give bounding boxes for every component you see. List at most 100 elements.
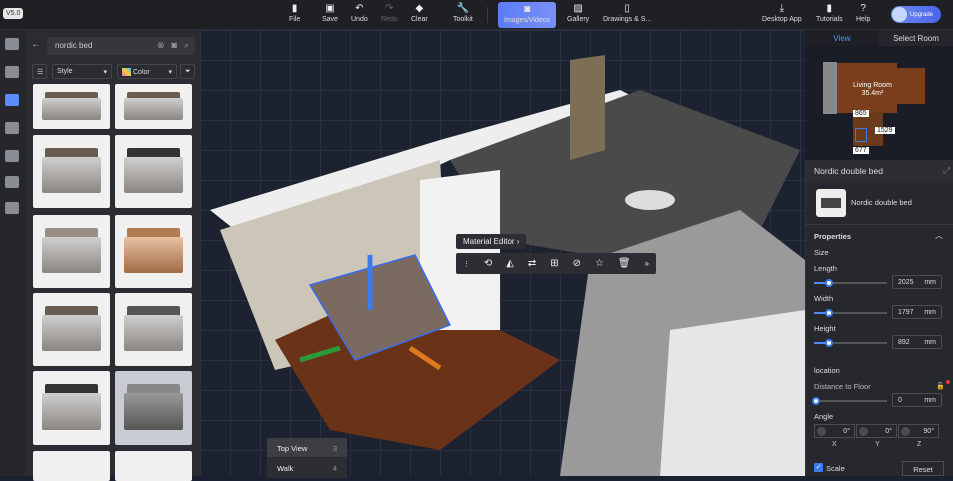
height-label: Height bbox=[814, 324, 836, 333]
expand-icon[interactable]: ⤢ bbox=[943, 165, 950, 176]
product-thumbnail[interactable] bbox=[115, 371, 192, 445]
back-arrow-icon[interactable]: ← bbox=[31, 39, 41, 50]
user-icon[interactable] bbox=[5, 176, 19, 188]
clear-icon[interactable]: ⊗ bbox=[157, 40, 165, 51]
book-icon: ▮ bbox=[826, 3, 833, 14]
floor-slider[interactable] bbox=[812, 397, 887, 405]
download-icon: ⤓ bbox=[779, 3, 785, 14]
save-button[interactable]: ▣ Save bbox=[322, 3, 338, 27]
length-input[interactable]: 2025 mm bbox=[892, 275, 942, 289]
more-icon[interactable]: » bbox=[645, 259, 649, 268]
length-slider[interactable] bbox=[814, 279, 887, 287]
tutorials-button[interactable]: ▮ Tutorials bbox=[816, 3, 843, 27]
color-dropdown[interactable]: Color ▾ bbox=[117, 64, 177, 79]
redo-button[interactable]: ↷ Redo bbox=[381, 3, 398, 27]
duplicate-icon[interactable]: ⊞ bbox=[550, 258, 558, 269]
divider bbox=[487, 7, 488, 23]
notification-dot bbox=[946, 380, 950, 384]
model-icon[interactable] bbox=[5, 38, 19, 50]
dimension-label: 865 bbox=[853, 110, 869, 117]
reset-button[interactable]: Reset bbox=[902, 461, 944, 476]
gallery-button[interactable]: ▨ Gallery bbox=[567, 3, 589, 27]
product-thumbnail[interactable] bbox=[33, 451, 110, 481]
delete-trash-icon[interactable]: 🗑 bbox=[618, 258, 631, 269]
product-thumbnail[interactable] bbox=[33, 135, 110, 208]
angle-z-input[interactable]: 90° bbox=[898, 424, 939, 438]
distance-to-floor-label: Distance to Floor bbox=[814, 382, 871, 391]
properties-panel: Nordic double bed ⤢ Nordic double bed Pro… bbox=[805, 160, 953, 476]
product-thumbnail[interactable] bbox=[115, 135, 192, 208]
undo-button[interactable]: ↶ Undo bbox=[351, 3, 368, 27]
tab-select-room[interactable]: Select Room bbox=[879, 30, 953, 46]
rotate-icon[interactable]: ⟲ bbox=[484, 258, 492, 269]
help-button[interactable]: ? Help bbox=[856, 3, 870, 27]
product-thumbnail[interactable] bbox=[33, 215, 110, 288]
replace-icon[interactable]: ⇄ bbox=[528, 258, 536, 269]
camera-search-icon[interactable]: ◙ bbox=[172, 40, 177, 51]
lock-icon[interactable]: 🔓 bbox=[936, 382, 945, 390]
material-editor-button[interactable]: Material Editor › bbox=[456, 234, 527, 249]
collapse-chevron-icon[interactable]: ︿ bbox=[935, 230, 943, 241]
floor-input[interactable]: 0 mm bbox=[892, 393, 942, 407]
layers-icon[interactable] bbox=[5, 66, 19, 78]
size-label: Size bbox=[814, 248, 829, 257]
product-thumbnail[interactable] bbox=[115, 451, 192, 481]
chevron-down-icon: ▾ bbox=[168, 69, 172, 76]
clear-button[interactable]: ◆ Clear bbox=[411, 3, 428, 27]
eraser-icon: ◆ bbox=[415, 3, 424, 14]
coffee-table bbox=[625, 190, 675, 210]
angle-x-input[interactable]: 0° bbox=[814, 424, 855, 438]
chevron-down-icon: ▾ bbox=[103, 69, 107, 76]
filter-button[interactable]: ⏷ bbox=[180, 64, 195, 79]
height-slider[interactable] bbox=[814, 339, 887, 347]
menu-item-walk[interactable]: Walk 4 bbox=[267, 458, 347, 478]
minimap-selected-object bbox=[855, 128, 867, 142]
toolkit-button[interactable]: 🔧 Toolkit bbox=[453, 3, 473, 27]
minimap-room[interactable] bbox=[897, 68, 925, 104]
minimap-room[interactable] bbox=[823, 62, 837, 114]
scale-checkbox[interactable]: ✓ bbox=[814, 463, 823, 472]
product-thumbnail[interactable] bbox=[33, 371, 110, 445]
product-thumbnail[interactable] bbox=[33, 84, 110, 129]
bathroom-floor bbox=[660, 310, 805, 476]
drag-handle-icon[interactable]: ⋮ bbox=[463, 260, 470, 268]
color-swatch-icon bbox=[122, 68, 131, 76]
width-slider[interactable] bbox=[814, 309, 887, 317]
product-thumbnail[interactable] bbox=[115, 84, 192, 129]
mirror-icon[interactable]: ◭ bbox=[506, 258, 514, 269]
axis-z-label: Z bbox=[917, 441, 922, 448]
search-icon[interactable]: ⌕ bbox=[184, 40, 189, 51]
building-icon[interactable] bbox=[5, 122, 19, 134]
product-image bbox=[816, 189, 846, 217]
angle-y-input[interactable]: 0° bbox=[856, 424, 897, 438]
images-videos-button[interactable]: ◙ Images/Videos bbox=[498, 2, 557, 28]
undo-icon: ↶ bbox=[355, 3, 364, 14]
width-input[interactable]: 1797 mm bbox=[892, 305, 942, 319]
product-thumbnail[interactable] bbox=[115, 215, 192, 288]
house-icon[interactable] bbox=[5, 150, 19, 162]
height-input[interactable]: 892 mm bbox=[892, 335, 942, 349]
view-mode-menu: Top View 3 Walk 4 bbox=[267, 438, 347, 478]
save-icon: ▣ bbox=[325, 3, 335, 14]
search-input[interactable]: nordic bed ⊗ ◙ ⌕ bbox=[47, 37, 195, 55]
file-button[interactable]: ▮ File bbox=[289, 3, 300, 27]
style-dropdown[interactable]: Style ▾ bbox=[52, 64, 112, 79]
desktop-app-button[interactable]: ⤓ Desktop App bbox=[762, 3, 802, 27]
product-thumbnail[interactable] bbox=[33, 293, 110, 366]
menu-item-top-view[interactable]: Top View 3 bbox=[267, 438, 347, 458]
help-icon: ? bbox=[860, 3, 866, 14]
product-thumbnail[interactable] bbox=[115, 293, 192, 366]
favorite-star-icon[interactable]: ☆ bbox=[595, 258, 604, 269]
drawings-button[interactable]: ▯ Drawings & S... bbox=[603, 3, 651, 27]
document-icon: ▯ bbox=[624, 3, 630, 14]
box-icon[interactable] bbox=[5, 202, 19, 214]
furniture-icon[interactable] bbox=[5, 94, 19, 106]
upgrade-button[interactable]: Upgrade bbox=[891, 6, 941, 23]
hide-icon[interactable]: ⊘ bbox=[573, 258, 581, 269]
tab-view[interactable]: View bbox=[805, 30, 879, 46]
image-icon: ▨ bbox=[573, 3, 583, 14]
camera-icon: ◙ bbox=[524, 4, 531, 15]
room-label: Living Room 35.4m² bbox=[853, 82, 892, 97]
left-icon-rail bbox=[0, 30, 25, 476]
sort-button[interactable]: ☰ bbox=[32, 64, 47, 79]
